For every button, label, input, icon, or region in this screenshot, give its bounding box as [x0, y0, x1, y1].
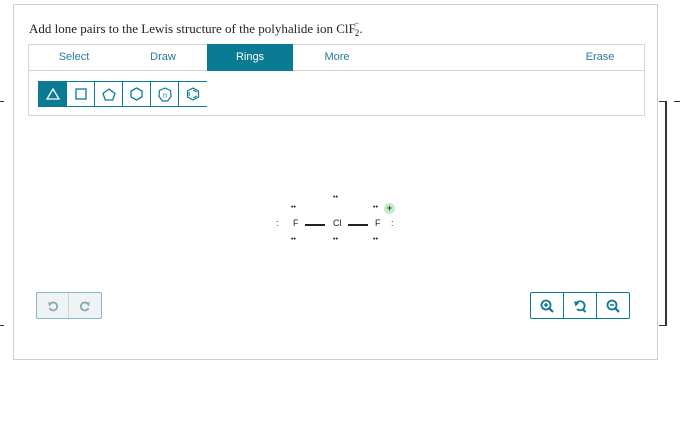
single-bond[interactable] [305, 224, 325, 226]
pentagon-ring-button[interactable] [95, 82, 123, 106]
tab-erase[interactable]: Erase [559, 44, 641, 71]
lewis-structure[interactable]: : •• F •• •• Cl •• •• + F : •• [270, 194, 410, 256]
lone-pair[interactable]: •• [291, 236, 296, 244]
square-ring-button[interactable] [67, 82, 95, 106]
redo-icon [79, 301, 90, 311]
ion-bracket-right [659, 101, 667, 326]
zoom-reset-button[interactable] [564, 293, 597, 318]
history-controls [36, 292, 102, 319]
triangle-ring-button[interactable] [39, 82, 67, 106]
question-prefix: Add lone pairs to the Lewis structure of… [29, 21, 356, 36]
single-bond[interactable] [348, 224, 368, 226]
canvas-edge-mark [0, 325, 4, 326]
square-ring-icon [74, 88, 87, 100]
lone-pair[interactable]: •• [333, 236, 338, 244]
n-ring-label: n [163, 92, 167, 99]
lone-pair[interactable]: •• [291, 204, 296, 212]
redo-button[interactable] [69, 293, 101, 318]
formal-charge-badge: + [384, 203, 395, 214]
zoom-in-icon [540, 299, 554, 313]
zoom-controls [530, 292, 630, 319]
editor-toolbar: Select Draw Rings More Erase [28, 44, 645, 71]
zoom-out-button[interactable] [597, 293, 629, 318]
tab-more[interactable]: More [293, 44, 381, 71]
hexagon-ring-icon [130, 87, 143, 101]
pentagon-ring-icon [101, 87, 116, 101]
atom-cl-center[interactable]: Cl [333, 218, 342, 228]
benzene-ring-icon [186, 87, 200, 101]
question-text: Add lone pairs to the Lewis structure of… [29, 18, 363, 38]
hexagon-ring-button[interactable] [123, 82, 151, 106]
zoom-reset-icon [574, 299, 587, 313]
zoom-in-button[interactable] [531, 293, 564, 318]
n-ring-icon: n [157, 86, 172, 102]
lone-pair[interactable]: : [276, 219, 279, 228]
ring-tool-group: n [38, 81, 207, 107]
tab-draw[interactable]: Draw [119, 44, 207, 71]
undo-icon [47, 301, 58, 311]
lone-pair[interactable]: : [391, 219, 394, 228]
undo-button[interactable] [37, 293, 70, 318]
n-ring-button[interactable]: n [151, 82, 179, 106]
lone-pair[interactable]: •• [333, 194, 338, 202]
canvas-edge-mark [0, 101, 4, 102]
zoom-out-icon [606, 299, 620, 313]
lone-pair[interactable]: •• [373, 204, 378, 212]
lone-pair[interactable]: •• [373, 236, 378, 244]
question-suffix: . [359, 21, 363, 36]
tab-rings[interactable]: Rings [207, 44, 293, 71]
atom-f-right[interactable]: F [375, 218, 381, 228]
tab-select[interactable]: Select [29, 44, 119, 71]
atom-f-left[interactable]: F [293, 218, 299, 228]
triangle-ring-icon [45, 88, 60, 100]
benzene-ring-button[interactable] [179, 82, 207, 106]
ion-charge-mark [674, 101, 680, 102]
